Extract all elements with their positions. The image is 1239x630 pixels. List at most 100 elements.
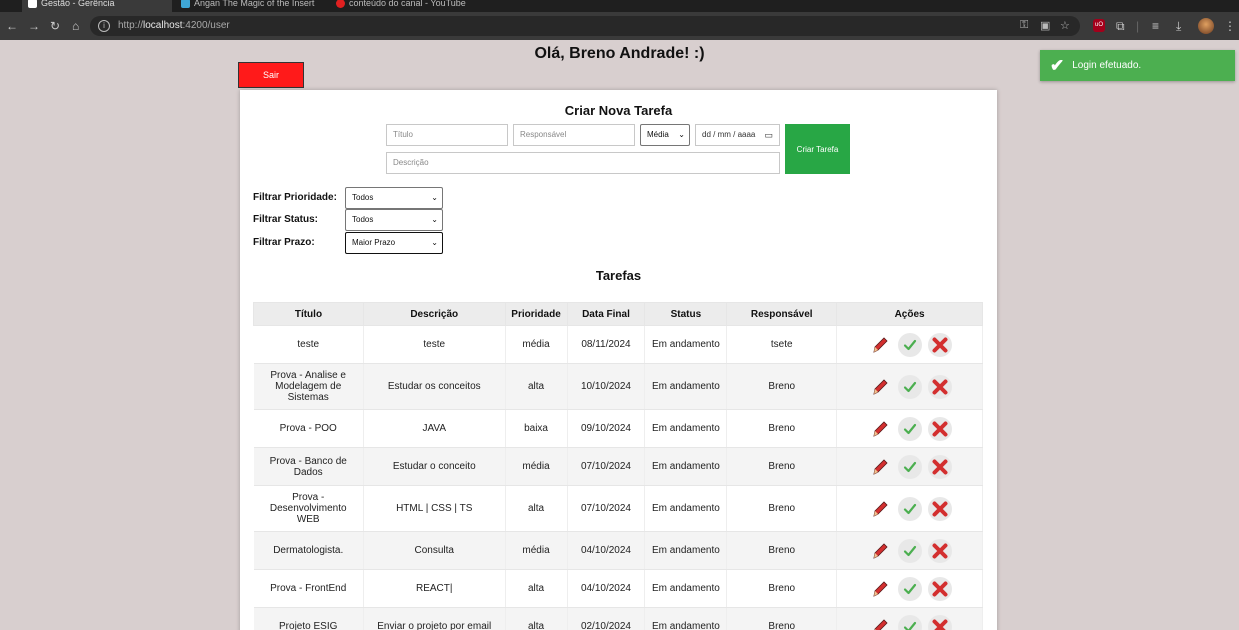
- complete-task-button[interactable]: [897, 614, 922, 630]
- priority-select-value: Média: [647, 130, 669, 139]
- deadline-filter-select[interactable]: Maior Prazo ⌄: [345, 232, 443, 254]
- complete-task-button[interactable]: [897, 454, 922, 479]
- reload-icon[interactable]: ↻: [50, 19, 60, 33]
- translate-icon[interactable]: ▣: [1040, 19, 1050, 32]
- cell-priority: alta: [505, 569, 568, 608]
- delete-task-button[interactable]: [927, 496, 952, 521]
- browser-tab-label: Gestão - Gerência: [41, 0, 115, 8]
- logout-button[interactable]: Sair: [238, 62, 304, 88]
- ublock-extension-icon[interactable]: uO: [1093, 19, 1105, 32]
- x-icon: [931, 500, 949, 518]
- delete-task-button[interactable]: [927, 416, 952, 441]
- cell-priority: baixa: [505, 409, 568, 448]
- edit-task-button[interactable]: [868, 333, 892, 357]
- edit-task-button[interactable]: [868, 455, 892, 479]
- title-input[interactable]: Título: [386, 124, 508, 146]
- profile-avatar[interactable]: [1198, 18, 1214, 34]
- extensions-puzzle-icon[interactable]: ⧉: [1116, 19, 1125, 33]
- cell-actions: [836, 485, 983, 532]
- complete-task-button[interactable]: [897, 576, 922, 601]
- cell-date: 07/10/2024: [567, 485, 646, 532]
- status-filter-select[interactable]: Todos ⌄: [345, 209, 443, 231]
- check-icon: [902, 337, 918, 353]
- delete-task-button[interactable]: [927, 332, 952, 357]
- cell-responsible: Breno: [726, 485, 838, 532]
- x-icon: [931, 618, 949, 630]
- tasks-card: Criar Nova Tarefa Título Responsável Méd…: [240, 90, 997, 630]
- cell-status: Em andamento: [644, 607, 728, 630]
- browser-tab[interactable]: conteúdo do canal - YouTube: [330, 0, 480, 12]
- priority-select[interactable]: Média ⌄: [640, 124, 690, 146]
- media-playlist-icon[interactable]: ≡: [1152, 19, 1159, 33]
- column-header-description: Descrição: [362, 302, 506, 326]
- cell-date: 10/10/2024: [567, 363, 646, 410]
- delete-task-button[interactable]: [927, 614, 952, 630]
- address-bar[interactable]: i http://localhost:4200/user ⚿ ▣ ☆: [90, 16, 1080, 36]
- browser-tab-label: Angan The Magic of the Insert: [194, 0, 315, 8]
- cell-description: Estudar os conceitos: [363, 363, 506, 410]
- table-header-row: Título Descrição Prioridade Data Final S…: [253, 302, 983, 326]
- password-key-icon[interactable]: ⚿: [1020, 19, 1028, 32]
- calendar-icon[interactable]: ▭: [764, 125, 773, 145]
- cell-actions: [836, 325, 983, 364]
- cell-priority: alta: [505, 485, 568, 532]
- edit-task-button[interactable]: [868, 375, 892, 399]
- due-date-input[interactable]: dd / mm / aaaa ▭: [695, 124, 780, 146]
- url-text: http://localhost:4200/user: [118, 20, 230, 31]
- cell-responsible: Breno: [726, 531, 838, 570]
- delete-task-button[interactable]: [927, 374, 952, 399]
- cell-status: Em andamento: [644, 447, 728, 486]
- back-icon[interactable]: ←: [6, 19, 18, 33]
- row-actions: [841, 576, 978, 601]
- complete-task-button[interactable]: [897, 538, 922, 563]
- pencil-icon: [871, 457, 889, 477]
- download-icon[interactable]: ⤓: [1176, 19, 1181, 33]
- cell-priority: alta: [505, 363, 568, 410]
- edit-task-button[interactable]: [868, 417, 892, 441]
- browser-menu-icon[interactable]: ⋮: [1224, 19, 1236, 33]
- site-info-icon[interactable]: i: [98, 20, 110, 32]
- deadline-filter-label: Filtrar Prazo:: [253, 237, 315, 248]
- browser-tab[interactable]: Angan The Magic of the Insert: [175, 0, 325, 12]
- edit-task-button[interactable]: [868, 497, 892, 521]
- create-task-button[interactable]: Criar Tarefa: [785, 124, 850, 174]
- delete-task-button[interactable]: [927, 538, 952, 563]
- table-row: Prova - Desenvolvimento WEB HTML | CSS | …: [253, 485, 983, 532]
- delete-task-button[interactable]: [927, 454, 952, 479]
- chevron-down-icon: ⌄: [431, 238, 438, 247]
- bookmark-star-icon[interactable]: ☆: [1060, 19, 1070, 32]
- cell-date: 07/10/2024: [567, 447, 646, 486]
- row-actions: [841, 374, 978, 399]
- browser-tab[interactable]: Gestão - Gerência: [22, 0, 172, 12]
- complete-task-button[interactable]: [897, 332, 922, 357]
- complete-task-button[interactable]: [897, 416, 922, 441]
- x-icon: [931, 378, 949, 396]
- priority-filter-label: Filtrar Prioridade:: [253, 192, 337, 203]
- tasks-heading: Tarefas: [595, 268, 642, 283]
- cell-date: 04/10/2024: [567, 531, 646, 570]
- priority-filter-value: Todos: [352, 193, 374, 202]
- cell-responsible: Breno: [726, 363, 838, 410]
- x-icon: [931, 336, 949, 354]
- responsible-input[interactable]: Responsável: [513, 124, 635, 146]
- edit-task-button[interactable]: [868, 539, 892, 563]
- x-icon: [931, 420, 949, 438]
- home-icon[interactable]: ⌂: [72, 19, 79, 33]
- delete-task-button[interactable]: [927, 576, 952, 601]
- check-icon: [902, 459, 918, 475]
- pencil-icon: [871, 377, 889, 397]
- table-row: Prova - FrontEnd REACT| alta 04/10/2024 Em a…: [253, 569, 983, 608]
- column-header-responsible: Responsável: [726, 302, 838, 326]
- toast-message: Login efetuado.: [1072, 60, 1142, 71]
- edit-task-button[interactable]: [868, 615, 892, 630]
- complete-task-button[interactable]: [897, 496, 922, 521]
- table-row: Projeto ESIG Enviar o projeto por email al…: [253, 607, 983, 630]
- pencil-icon: [871, 541, 889, 561]
- row-actions: [841, 454, 978, 479]
- forward-icon[interactable]: →: [28, 19, 40, 33]
- priority-filter-select[interactable]: Todos ⌄: [345, 187, 443, 209]
- description-input[interactable]: Descrição: [386, 152, 780, 174]
- cell-date: 08/11/2024: [567, 325, 646, 364]
- complete-task-button[interactable]: [897, 374, 922, 399]
- edit-task-button[interactable]: [868, 577, 892, 601]
